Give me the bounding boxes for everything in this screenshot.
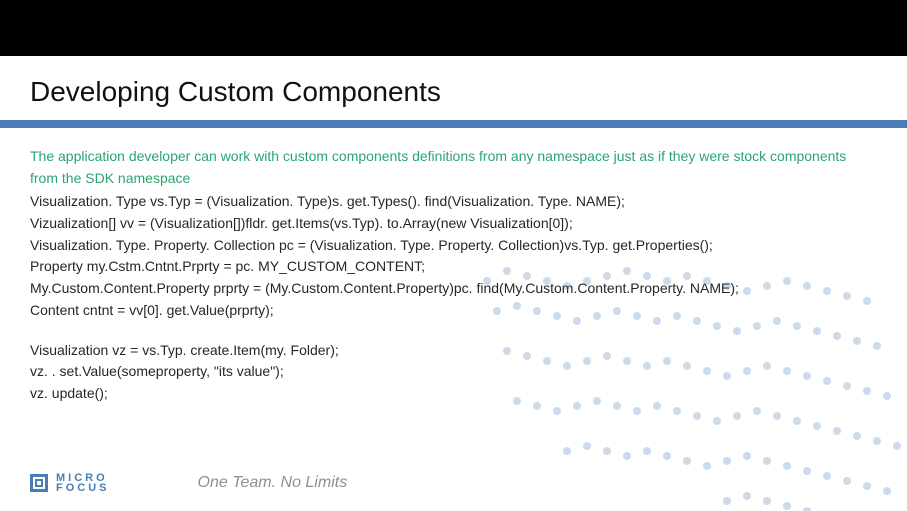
slide-title: Developing Custom Components	[30, 76, 877, 108]
title-rule	[0, 120, 907, 128]
code-block-2: Visualization vz = vs.Typ. create.Item(m…	[30, 340, 877, 405]
code-line: Property my.Cstm.Cntnt.Prprty = pc. MY_C…	[30, 256, 877, 278]
title-area: Developing Custom Components	[0, 56, 907, 114]
logo-line-2: FOCUS	[56, 483, 110, 493]
code-line: Visualization. Type. Property. Collectio…	[30, 235, 877, 257]
intro-text: The application developer can work with …	[30, 146, 877, 189]
code-block-1: Visualization. Type vs.Typ = (Visualizat…	[30, 191, 877, 321]
footer: MICRO FOCUS One Team. No Limits	[0, 455, 907, 511]
code-line: vz. update();	[30, 383, 877, 405]
micro-focus-logo: MICRO FOCUS	[30, 473, 110, 494]
code-line: Visualization vz = vs.Typ. create.Item(m…	[30, 340, 877, 362]
code-line: Vizualization[] vv = (Visualization[])fl…	[30, 213, 877, 235]
tagline: One Team. No Limits	[198, 474, 348, 492]
logo-text: MICRO FOCUS	[56, 473, 110, 494]
code-line: Visualization. Type vs.Typ = (Visualizat…	[30, 191, 877, 213]
slide-body: The application developer can work with …	[0, 128, 907, 405]
code-line: Content cntnt = vv[0]. get.Value(prprty)…	[30, 300, 877, 322]
code-line: My.Custom.Content.Property prprty = (My.…	[30, 278, 877, 300]
logo-square-icon	[30, 474, 48, 492]
top-black-bar	[0, 0, 907, 56]
slide: Developing Custom Components The applica…	[0, 0, 907, 511]
code-line: vz. . set.Value(someproperty, "its value…	[30, 361, 877, 383]
